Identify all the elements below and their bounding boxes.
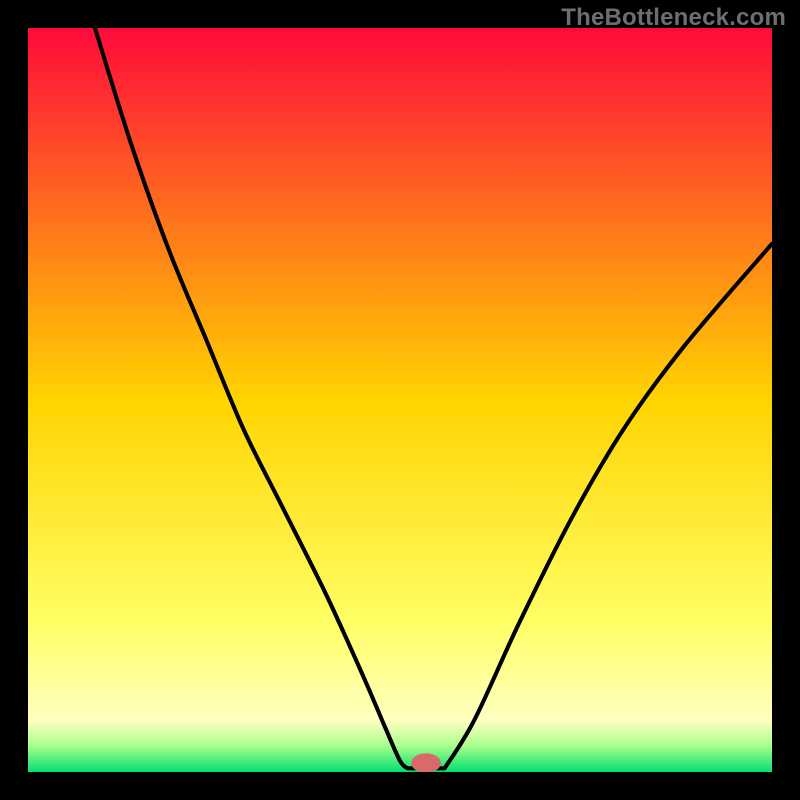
plot-background — [28, 28, 772, 772]
bottleneck-chart — [28, 28, 772, 772]
sweet-spot-marker — [411, 753, 441, 772]
chart-frame: TheBottleneck.com — [0, 0, 800, 800]
watermark-text: TheBottleneck.com — [561, 4, 786, 32]
